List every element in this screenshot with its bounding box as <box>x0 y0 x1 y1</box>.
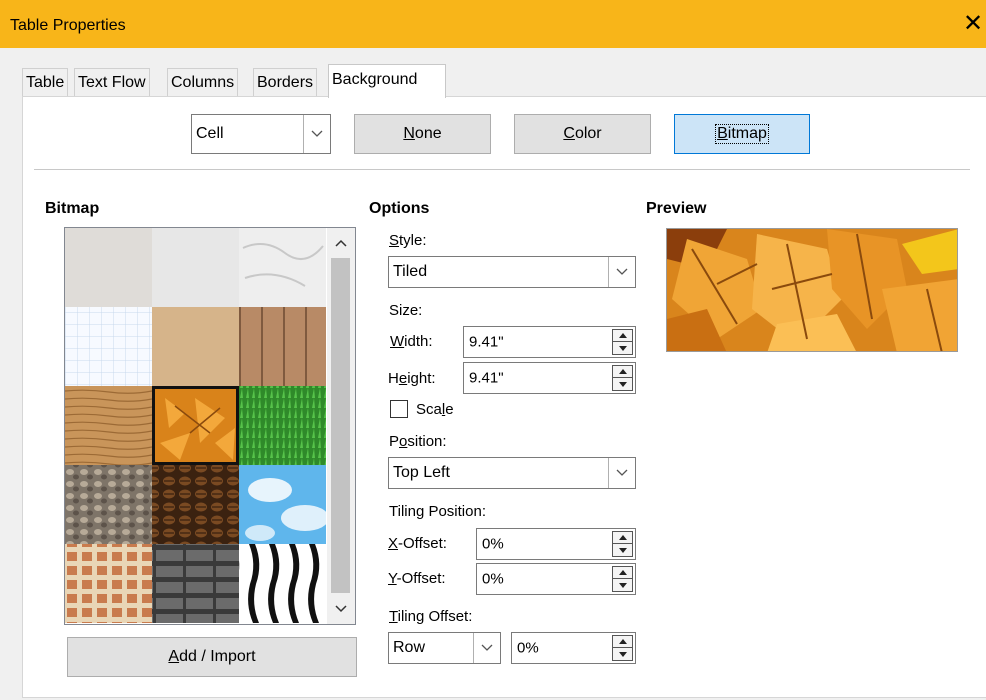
chevron-down-icon[interactable] <box>303 115 330 153</box>
height-field[interactable]: 9.41" <box>463 362 636 394</box>
width-label: Width: <box>390 333 433 350</box>
y-offset-value: 0% <box>482 570 504 588</box>
spin-up-icon[interactable] <box>613 567 632 579</box>
bitmap-header: Bitmap <box>45 200 100 217</box>
x-offset-field[interactable]: 0% <box>476 528 636 560</box>
spin-up-icon[interactable] <box>613 366 632 378</box>
spin-down-icon[interactable] <box>613 648 632 660</box>
tiling-offset-mode-value: Row <box>393 639 426 656</box>
close-icon[interactable]: ✕ <box>960 12 986 38</box>
maple-leaves-preview <box>667 229 957 351</box>
spin-up-icon[interactable] <box>613 532 632 544</box>
scroll-down-icon[interactable] <box>327 596 355 622</box>
spin-up-icon[interactable] <box>613 330 632 342</box>
x-offset-label: X-Offset: <box>388 535 447 552</box>
area-target-value: Cell <box>196 125 224 142</box>
style-label: Style: <box>389 232 427 249</box>
width-field[interactable]: 9.41" <box>463 326 636 358</box>
spin-down-icon[interactable] <box>613 342 632 354</box>
tiling-offset-value: 0% <box>517 639 539 657</box>
area-target-select[interactable]: Cell <box>191 114 331 154</box>
tiling-offset-field[interactable]: 0% <box>511 632 636 664</box>
position-select[interactable]: Top Left <box>388 457 636 489</box>
none-button-label: None <box>403 125 442 142</box>
spin-down-icon[interactable] <box>613 579 632 591</box>
x-offset-value: 0% <box>482 535 504 553</box>
title-bar: Table Properties ✕ <box>0 0 986 48</box>
spin-up-icon[interactable] <box>613 636 632 648</box>
preview-image <box>666 228 958 352</box>
add-import-button[interactable]: Add / Import <box>67 637 357 677</box>
tab-background[interactable]: Background <box>328 64 446 98</box>
scroll-thumb[interactable] <box>331 258 350 593</box>
bitmap-button[interactable]: Bitmap <box>674 114 810 154</box>
tab-columns[interactable]: Columns <box>167 68 239 96</box>
bitmap-gallery[interactable] <box>64 227 356 625</box>
scale-label: Scale <box>416 401 454 418</box>
spin-down-icon[interactable] <box>613 544 632 556</box>
options-header: Options <box>369 200 430 217</box>
position-value: Top Left <box>393 464 450 481</box>
scale-checkbox[interactable] <box>390 400 408 418</box>
scroll-up-icon[interactable] <box>327 230 355 256</box>
tab-borders[interactable]: Borders <box>253 68 318 96</box>
none-button[interactable]: None <box>354 114 491 154</box>
chevron-down-icon[interactable] <box>608 257 635 287</box>
add-import-label: Add / Import <box>168 648 256 665</box>
y-offset-field[interactable]: 0% <box>476 563 636 595</box>
width-value: 9.41" <box>469 333 504 351</box>
height-label: Height: <box>388 370 436 387</box>
x-offset-spinner[interactable] <box>612 531 633 557</box>
gallery-scrollbar[interactable] <box>327 228 355 624</box>
tiling-offset-label: Tiling Offset: <box>389 608 473 625</box>
style-value: Tiled <box>393 263 428 280</box>
y-offset-label: Y-Offset: <box>388 570 446 587</box>
position-label: Position: <box>389 433 447 450</box>
chevron-down-icon[interactable] <box>608 458 635 488</box>
tab-table[interactable]: Table <box>22 68 69 96</box>
preview-header: Preview <box>646 200 707 217</box>
height-spinner[interactable] <box>612 365 633 391</box>
y-offset-spinner[interactable] <box>612 566 633 592</box>
tab-text-flow[interactable]: Text Flow <box>74 68 150 96</box>
bitmap-tiles <box>65 228 329 623</box>
spin-down-icon[interactable] <box>613 378 632 390</box>
style-select[interactable]: Tiled <box>388 256 636 288</box>
width-spinner[interactable] <box>612 329 633 355</box>
tiling-position-label: Tiling Position: <box>389 503 486 520</box>
window-title: Table Properties <box>10 17 126 34</box>
size-label: Size: <box>389 302 423 319</box>
height-value: 9.41" <box>469 369 504 387</box>
bitmap-button-label: Bitmap <box>715 124 769 144</box>
color-button[interactable]: Color <box>514 114 651 154</box>
chevron-down-icon[interactable] <box>473 633 500 663</box>
section-divider <box>34 169 970 170</box>
tiling-offset-spinner[interactable] <box>612 635 633 661</box>
tiling-offset-mode-select[interactable]: Row <box>388 632 501 664</box>
color-button-label: Color <box>563 125 602 142</box>
